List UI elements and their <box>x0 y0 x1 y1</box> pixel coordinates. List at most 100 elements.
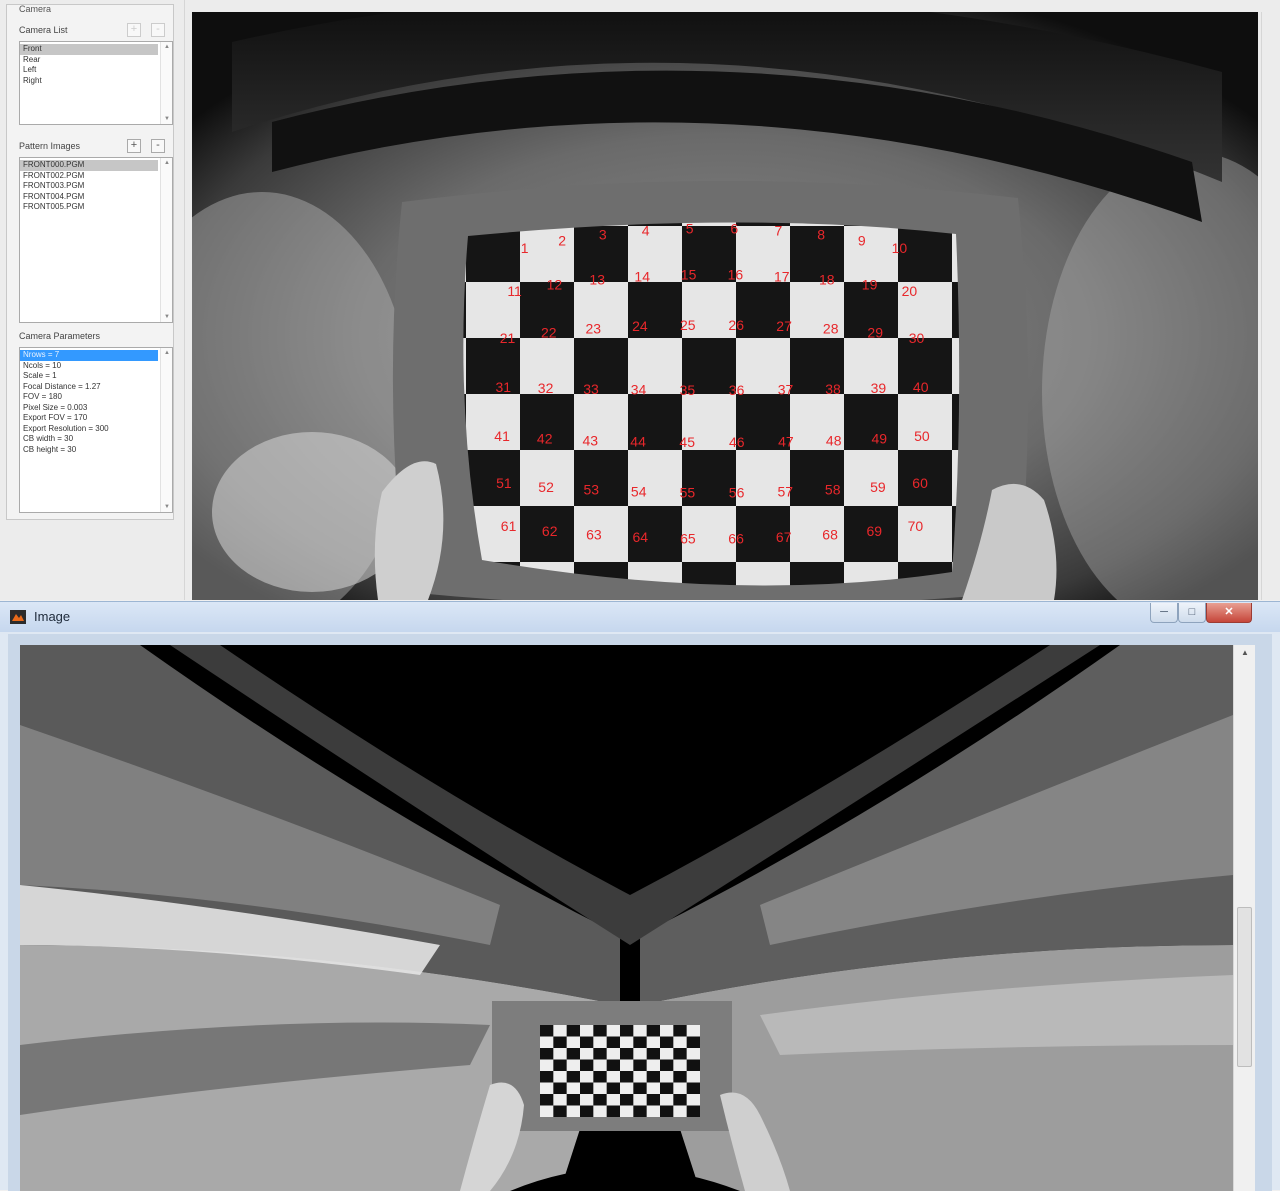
checker-square <box>580 1037 593 1049</box>
checker-square <box>553 1060 566 1072</box>
corner-label: 48 <box>826 432 842 448</box>
corner-label: 31 <box>496 379 512 395</box>
corner-label: 32 <box>538 380 554 396</box>
camera-list-add-button[interactable]: + <box>127 23 141 37</box>
list-item[interactable]: Pixel Size = 0.003 <box>20 403 158 414</box>
checker-square <box>540 1048 553 1060</box>
list-item[interactable]: FRONT002.PGM <box>20 171 158 182</box>
checker-square <box>620 1071 633 1083</box>
top-view-scrollbar[interactable] <box>1261 12 1275 600</box>
corner-label: 21 <box>500 330 516 346</box>
list-item[interactable]: FRONT000.PGM <box>20 160 158 171</box>
scroll-down-icon[interactable]: ▼ <box>161 314 173 320</box>
scroll-up-icon[interactable]: ▲ <box>161 160 173 166</box>
corner-label: 49 <box>872 431 888 447</box>
scroll-up-icon[interactable]: ▲ <box>161 44 173 50</box>
camera-parameters-list[interactable]: Nrows = 7Ncols = 10Scale = 1Focal Distan… <box>19 347 173 513</box>
corner-label: 5 <box>686 221 694 237</box>
corner-label: 10 <box>892 240 908 256</box>
corner-label: 38 <box>825 381 841 397</box>
checker-square <box>633 1037 646 1049</box>
list-item[interactable]: Ncols = 10 <box>20 361 158 372</box>
corner-label: 57 <box>778 484 794 500</box>
list-item[interactable]: Nrows = 7 <box>20 350 158 361</box>
checkerboard-small <box>540 1025 700 1117</box>
camera-panel: Camera Camera List + - FrontRearLeftRigh… <box>6 4 174 520</box>
corner-label: 6 <box>730 221 738 237</box>
close-button[interactable]: ✕ <box>1206 603 1252 623</box>
list-item[interactable]: Export Resolution = 300 <box>20 424 158 435</box>
scroll-up-icon[interactable]: ▲ <box>1234 645 1256 661</box>
checker-square <box>553 1106 566 1118</box>
corner-label: 20 <box>902 283 918 299</box>
checker-square <box>673 1025 686 1037</box>
camera-list[interactable]: FrontRearLeftRight ▲ ▼ <box>19 41 173 125</box>
checker-square <box>553 1083 566 1095</box>
corner-label: 66 <box>728 530 744 546</box>
corner-label: 24 <box>632 318 648 334</box>
checker-square <box>673 1048 686 1060</box>
checker-square <box>687 1037 700 1049</box>
list-item[interactable]: Focal Distance = 1.27 <box>20 382 158 393</box>
checker-square <box>580 1106 593 1118</box>
undistorted-image-view[interactable] <box>20 645 1233 1191</box>
corner-label: 30 <box>909 330 925 346</box>
corner-label: 53 <box>584 482 600 498</box>
image-window-titlebar[interactable]: Image ─ □ ✕ <box>0 602 1280 632</box>
list-item[interactable]: FRONT004.PGM <box>20 192 158 203</box>
checker-square <box>673 1071 686 1083</box>
image-window-scrollbar[interactable]: ▲ <box>1233 645 1255 1191</box>
corner-label: 62 <box>542 523 558 539</box>
corner-label: 18 <box>819 272 835 288</box>
minimize-button[interactable]: ─ <box>1150 603 1178 623</box>
corner-label: 51 <box>496 475 512 491</box>
corner-label: 22 <box>541 325 557 341</box>
pattern-list-scrollbar[interactable]: ▲ ▼ <box>160 158 172 322</box>
scroll-down-icon[interactable]: ▼ <box>161 116 173 122</box>
params-list-scrollbar[interactable]: ▲ ▼ <box>160 348 172 512</box>
list-item[interactable]: FRONT003.PGM <box>20 181 158 192</box>
corner-label: 68 <box>822 527 838 543</box>
corner-label: 37 <box>778 382 794 398</box>
checker-square <box>633 1106 646 1118</box>
corner-label: 3 <box>599 227 607 243</box>
checker-square <box>687 1083 700 1095</box>
scroll-up-icon[interactable]: ▲ <box>161 350 173 356</box>
list-item[interactable]: Front <box>20 44 158 55</box>
list-item[interactable]: CB width = 30 <box>20 434 158 445</box>
corner-label: 2 <box>558 232 566 248</box>
close-icon: ✕ <box>1224 606 1233 618</box>
corner-label: 13 <box>589 272 605 288</box>
corner-label: 70 <box>908 518 924 534</box>
checker-square <box>567 1071 580 1083</box>
corner-label: 12 <box>547 276 563 292</box>
corner-label: 40 <box>913 379 929 395</box>
corner-label: 56 <box>729 484 745 500</box>
checker-square <box>660 1106 673 1118</box>
list-item[interactable]: Right <box>20 76 158 87</box>
list-item[interactable]: Left <box>20 65 158 76</box>
panel-divider <box>184 0 185 600</box>
checker-square <box>607 1060 620 1072</box>
pattern-images-remove-button[interactable]: - <box>151 139 165 153</box>
list-item[interactable]: Rear <box>20 55 158 66</box>
pattern-images-list[interactable]: FRONT000.PGMFRONT002.PGMFRONT003.PGMFRON… <box>19 157 173 323</box>
corner-label: 65 <box>680 530 696 546</box>
checker-square <box>660 1083 673 1095</box>
list-item[interactable]: CB height = 30 <box>20 445 158 456</box>
image-window-title: Image <box>34 609 70 624</box>
scrollbar-thumb[interactable] <box>1237 907 1252 1067</box>
scroll-down-icon[interactable]: ▼ <box>161 504 173 510</box>
list-item[interactable]: FOV = 180 <box>20 392 158 403</box>
list-item[interactable]: Export FOV = 170 <box>20 413 158 424</box>
list-item[interactable]: FRONT005.PGM <box>20 202 158 213</box>
fisheye-camera-view[interactable]: 1234567891011121314151617181920212223242… <box>192 12 1258 600</box>
maximize-button[interactable]: □ <box>1178 603 1206 623</box>
camera-list-remove-button[interactable]: - <box>151 23 165 37</box>
corner-label: 34 <box>631 382 647 398</box>
list-item[interactable]: Scale = 1 <box>20 371 158 382</box>
corner-label: 69 <box>867 523 883 539</box>
checker-square <box>660 1060 673 1072</box>
camera-list-scrollbar[interactable]: ▲ ▼ <box>160 42 172 124</box>
pattern-images-add-button[interactable]: + <box>127 139 141 153</box>
